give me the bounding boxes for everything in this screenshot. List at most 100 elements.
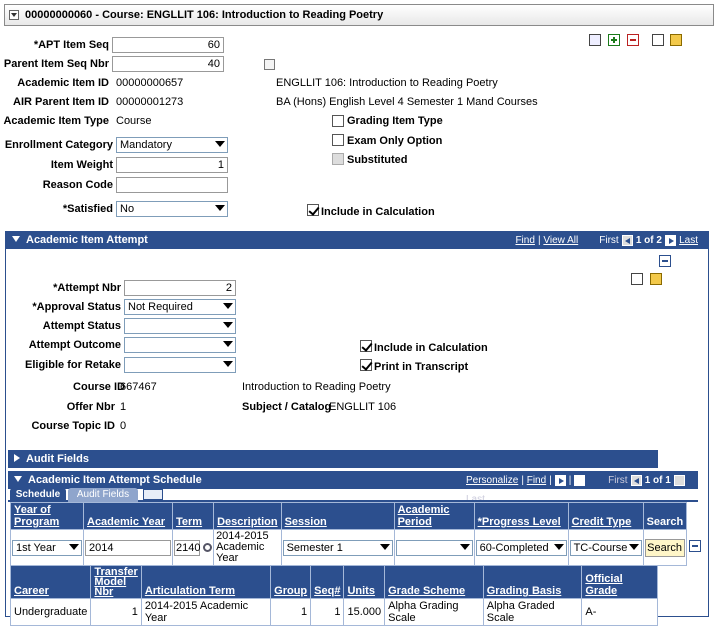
item-weight-label: Item Weight xyxy=(50,159,113,171)
col-academic-year[interactable]: Academic Year xyxy=(83,502,173,530)
chevron-down-icon xyxy=(628,543,639,550)
col-transfer-model-nbr[interactable]: Transfer Model Nbr xyxy=(90,565,142,599)
download-grid-icon[interactable] xyxy=(574,474,586,486)
col-term[interactable]: Term xyxy=(171,502,215,530)
attempt-status-select[interactable] xyxy=(124,318,236,334)
collapse-icon[interactable] xyxy=(14,476,22,482)
tab-audit-fields[interactable]: Audit Fields xyxy=(68,488,138,502)
show-all-columns-icon[interactable] xyxy=(143,489,163,500)
col-description[interactable]: Description xyxy=(213,502,282,530)
description-value: 2014-2015 Academic Year xyxy=(213,529,282,566)
col-group[interactable]: Group xyxy=(270,565,312,599)
lookup-icon[interactable] xyxy=(264,59,275,70)
progress-level-select[interactable]: 60-Completed xyxy=(475,539,567,556)
expand-icon[interactable] xyxy=(14,454,20,462)
previous-icon[interactable] xyxy=(621,234,633,246)
schedule-previous-icon[interactable] xyxy=(630,474,642,486)
notepad-icon[interactable] xyxy=(652,34,664,46)
offer-nbr-value: 1 xyxy=(120,401,127,413)
search-button[interactable]: Search xyxy=(644,538,685,557)
col-year-of-program[interactable]: Year of Program xyxy=(10,502,84,530)
col-seq[interactable]: Seq# xyxy=(310,565,345,599)
schedule-grid: Year of Program Academic Year Term Descr… xyxy=(10,502,705,566)
career-cell: Undergraduate xyxy=(9,598,92,626)
tab-schedule[interactable]: Schedule xyxy=(10,488,66,502)
collapse-icon[interactable] xyxy=(12,236,20,242)
chevron-down-icon xyxy=(223,322,233,328)
term-input[interactable]: 2140 xyxy=(174,539,200,556)
chevron-down-icon xyxy=(553,543,564,550)
substituted-checkbox xyxy=(332,153,344,165)
col-official-grade[interactable]: Official Grade xyxy=(581,565,658,599)
col-grade-scheme[interactable]: Grade Scheme xyxy=(384,565,484,599)
chevron-down-icon xyxy=(69,543,79,550)
subject-catalog-value: ENGLLIT 106 xyxy=(329,401,397,413)
session-select[interactable]: Semester 1 xyxy=(282,539,393,556)
course-header[interactable]: 00000000060 - Course: ENGLLIT 106: Intro… xyxy=(4,4,714,26)
eligible-for-retake-select[interactable] xyxy=(124,357,236,373)
credit-type-select[interactable]: TC-Course xyxy=(569,539,642,556)
academic-item-id-label: Academic Item ID xyxy=(17,77,109,89)
subject-catalog-label: Subject / Catalog xyxy=(242,401,332,413)
col-units[interactable]: Units xyxy=(343,565,386,599)
units-cell: 15.000 xyxy=(343,598,386,626)
col-progress-level[interactable]: *Progress Level xyxy=(473,502,569,530)
attempt-nbr-input[interactable]: 2 xyxy=(124,280,236,296)
include-in-calculation-label: Include in Calculation xyxy=(321,206,435,218)
col-session[interactable]: Session xyxy=(280,502,395,530)
term-lookup-icon[interactable] xyxy=(203,543,213,553)
attempt-outcome-select[interactable] xyxy=(124,337,236,353)
enrollment-category-select[interactable]: Mandatory xyxy=(116,137,228,153)
schedule-header: Academic Item Attempt Schedule Personali… xyxy=(8,471,698,505)
substituted-label: Substituted xyxy=(347,154,408,166)
item-weight-input[interactable]: 1 xyxy=(116,157,228,173)
attempt-outcome-label: Attempt Outcome xyxy=(28,339,121,351)
academic-year-input[interactable]: 2014 xyxy=(85,539,171,556)
schedule-find-link[interactable]: Find xyxy=(527,475,546,486)
include-in-calculation-checkbox[interactable] xyxy=(307,204,319,216)
view-all-grid-icon[interactable] xyxy=(554,474,566,486)
document-view-icon[interactable] xyxy=(589,34,601,46)
academic-item-id-value: 00000000657 xyxy=(116,77,184,89)
view-all-link[interactable]: View All xyxy=(543,235,578,246)
next-icon[interactable] xyxy=(665,234,677,246)
col-academic-period[interactable]: Academic Period xyxy=(393,502,475,530)
find-link[interactable]: Find xyxy=(515,235,534,246)
lock-icon[interactable] xyxy=(670,34,682,46)
personalize-link[interactable]: Personalize xyxy=(466,475,518,486)
collapse-row-icon[interactable] xyxy=(659,255,671,267)
col-grading-basis[interactable]: Grading Basis xyxy=(482,565,583,599)
collapse-chevron-icon[interactable] xyxy=(9,10,19,20)
reason-code-input[interactable] xyxy=(116,177,228,193)
notepad-icon-attempt[interactable] xyxy=(631,273,643,285)
satisfied-label: *Satisfied xyxy=(62,203,113,215)
schedule-next-icon[interactable] xyxy=(673,474,685,486)
grading-item-type-checkbox[interactable] xyxy=(332,115,344,127)
col-career[interactable]: Career xyxy=(9,565,92,599)
apt-item-seq-input[interactable]: 60 xyxy=(112,37,224,53)
print-in-transcript-checkbox[interactable] xyxy=(360,359,372,371)
col-credit-type[interactable]: Credit Type xyxy=(567,502,644,530)
satisfied-select[interactable]: No xyxy=(116,201,228,217)
col-articulation-term[interactable]: Articulation Term xyxy=(140,565,272,599)
delete-schedule-row-icon[interactable] xyxy=(689,540,702,552)
academic-period-select[interactable] xyxy=(395,539,473,556)
reason-code-label: Reason Code xyxy=(42,179,113,191)
attempt-include-calc-checkbox[interactable] xyxy=(360,340,372,352)
course-id-desc: Introduction to Reading Poetry xyxy=(242,381,391,393)
year-of-program-select[interactable]: 1st Year xyxy=(12,539,82,556)
exam-only-option-label: Exam Only Option xyxy=(347,135,443,147)
first-label: First xyxy=(599,235,619,246)
parent-item-seq-input[interactable]: 40 xyxy=(112,56,224,72)
exam-only-option-checkbox[interactable] xyxy=(332,134,344,146)
attempt-status-label: Attempt Status xyxy=(42,320,121,332)
approval-status-select[interactable]: Not Required xyxy=(124,299,236,315)
last-link[interactable]: Last xyxy=(679,235,698,246)
audit-fields-header[interactable]: Audit Fields xyxy=(8,450,658,468)
schedule-first-label: First xyxy=(608,475,628,486)
lock-icon-attempt[interactable] xyxy=(650,273,662,285)
chevron-down-icon xyxy=(215,205,225,211)
add-row-icon[interactable] xyxy=(608,34,620,46)
academic-item-type-label: Academic Item Type xyxy=(3,115,109,127)
delete-row-icon[interactable] xyxy=(627,34,639,46)
